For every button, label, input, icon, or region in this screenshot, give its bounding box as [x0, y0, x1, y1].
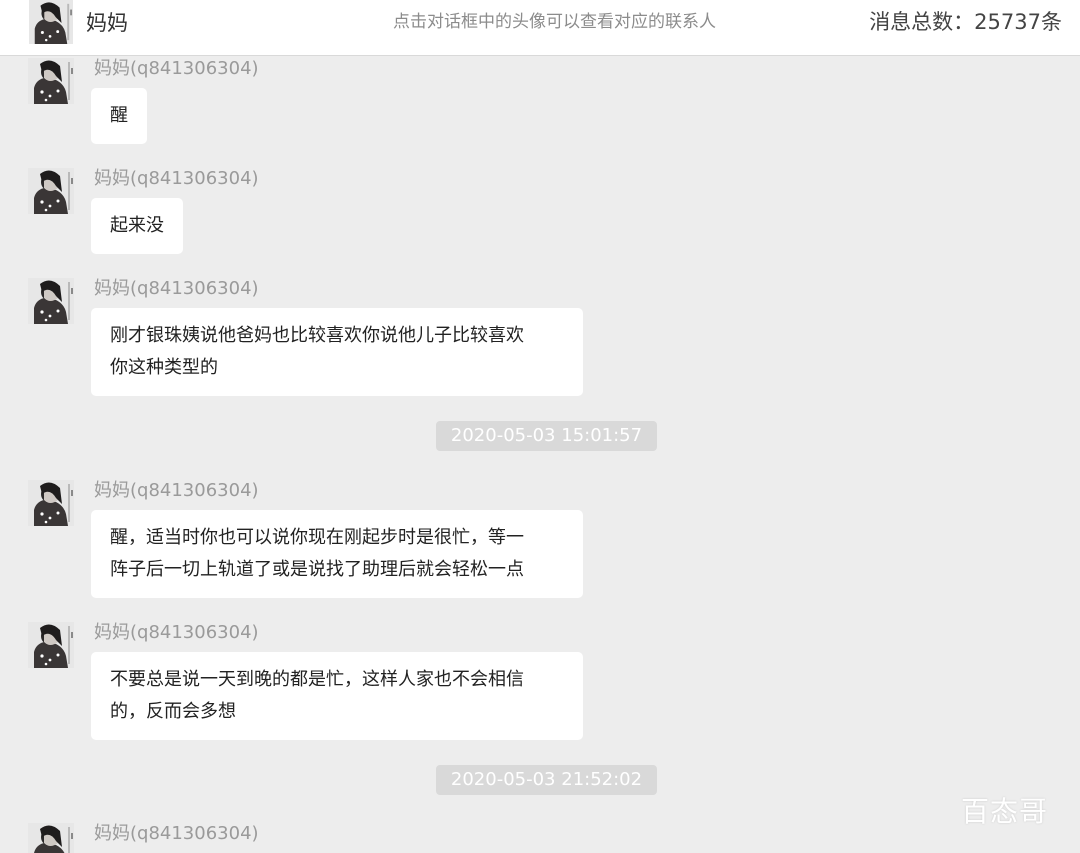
avatar-hint: 点击对话框中的头像可以查看对应的联系人 [393, 12, 716, 32]
message-text-line: 醒，适当时你也可以说你现在刚起步时是很忙，等一 [110, 527, 524, 548]
message-text-line: 阵子后一切上轨道了或是说找了助理后就会轻松一点 [110, 559, 524, 580]
message-bubble: 刚才银珠姨说他爸妈也比较喜欢你说他儿子比较喜欢 你这种类型的 [91, 308, 583, 396]
message-text-line: 你这种类型的 [110, 357, 218, 378]
sender-name: 妈妈(q841306304) [94, 58, 259, 79]
contact-name: 妈妈 [86, 11, 128, 35]
sender-avatar-icon[interactable] [28, 58, 74, 104]
sender-name: 妈妈(q841306304) [94, 823, 259, 844]
sender-avatar-icon[interactable] [28, 622, 74, 668]
message-text: 起来没 [110, 215, 164, 236]
message-text: 醒 [110, 105, 128, 126]
timestamp-divider: 2020-05-03 21:52:02 [436, 765, 657, 795]
message-text-line: 不要总是说一天到晚的都是忙，这样人家也不会相信 [110, 669, 524, 690]
sender-name: 妈妈(q841306304) [94, 278, 259, 299]
message-text-line: 的，反而会多想 [110, 701, 236, 722]
sender-name: 妈妈(q841306304) [94, 480, 259, 501]
sender-avatar-icon[interactable] [28, 278, 74, 324]
message-bubble: 醒 [91, 88, 147, 144]
sender-avatar-icon[interactable] [28, 168, 74, 214]
message-bubble: 不要总是说一天到晚的都是忙，这样人家也不会相信 的，反而会多想 [91, 652, 583, 740]
watermark: 百态哥 [961, 795, 1049, 828]
sender-name: 妈妈(q841306304) [94, 622, 259, 643]
message-text-line: 刚才银珠姨说他爸妈也比较喜欢你说他儿子比较喜欢 [110, 325, 524, 346]
chat-window: 妈妈 点击对话框中的头像可以查看对应的联系人 消息总数：25737条 妈妈(q8… [0, 0, 1080, 853]
sender-avatar-icon[interactable] [28, 823, 74, 853]
message-list[interactable]: 妈妈(q841306304) 醒 妈妈(q841306304) 起来没 妈妈(q… [0, 56, 1080, 853]
sender-name: 妈妈(q841306304) [94, 168, 259, 189]
timestamp-divider: 2020-05-03 15:01:57 [436, 421, 657, 451]
message-bubble: 起来没 [91, 198, 183, 254]
sender-avatar-icon[interactable] [28, 480, 74, 526]
contact-avatar-icon[interactable] [28, 0, 74, 44]
message-bubble: 醒，适当时你也可以说你现在刚起步时是很忙，等一 阵子后一切上轨道了或是说找了助理… [91, 510, 583, 598]
message-count: 消息总数：25737条 [869, 10, 1062, 34]
chat-header: 妈妈 点击对话框中的头像可以查看对应的联系人 消息总数：25737条 [0, 0, 1080, 56]
